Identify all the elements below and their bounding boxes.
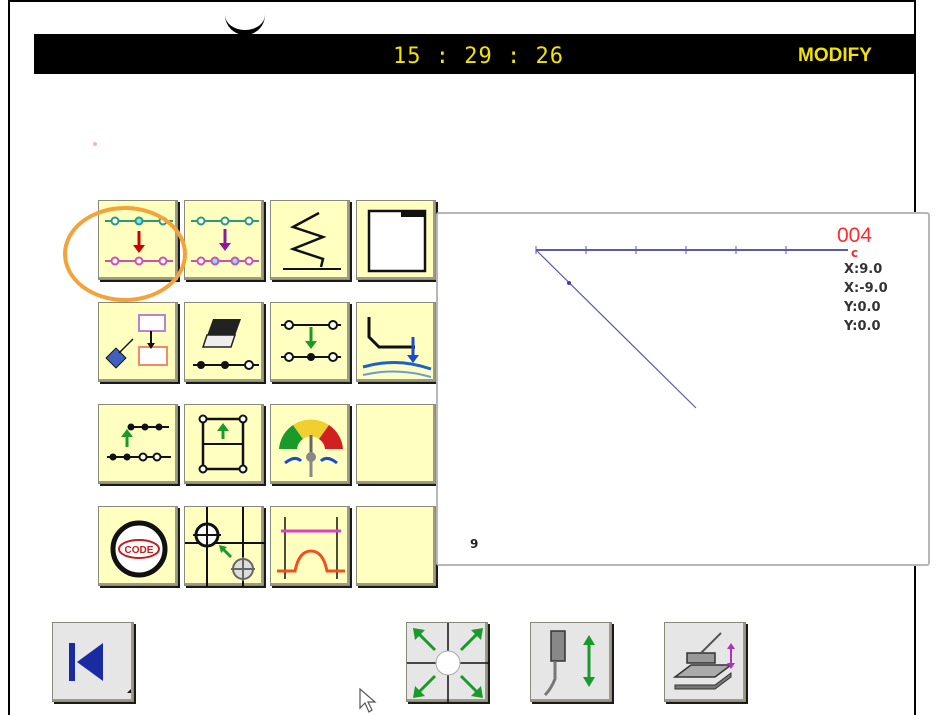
window-frame-top	[8, 0, 916, 2]
point-move-down-button[interactable]	[270, 302, 350, 382]
presser-lift-button[interactable]	[664, 622, 746, 702]
pattern-marker: c	[851, 246, 859, 260]
section-move-button[interactable]	[98, 404, 178, 484]
thread-tension-button[interactable]	[270, 506, 350, 586]
preview-bottom-value: 9	[470, 537, 479, 551]
speed-gauge-button[interactable]	[270, 404, 350, 484]
blank-page-button[interactable]	[356, 200, 436, 280]
coord-x-max: X:9.0	[844, 262, 883, 277]
zigzag-stitch-icon	[283, 211, 341, 270]
needle-up-down-icon	[543, 630, 595, 697]
jog-crosshair-icon	[407, 623, 489, 703]
code-circle-icon: CODE	[110, 520, 168, 578]
presser-foot-icon	[362, 317, 432, 378]
selection-highlight	[63, 206, 187, 302]
needle-up-down-button[interactable]	[530, 622, 612, 702]
thread-tension-icon	[277, 517, 345, 579]
frame-scale-icon	[198, 414, 248, 474]
mouse-cursor-icon	[359, 688, 377, 713]
window-frame-left	[8, 0, 10, 715]
coord-y-min: Y:0.0	[844, 319, 881, 334]
point-insert-move-icon	[191, 216, 259, 266]
first-page-icon	[69, 643, 131, 693]
pattern-number: 004	[837, 224, 873, 247]
code-button[interactable]: CODE	[98, 506, 178, 586]
svg-text:CODE: CODE	[125, 545, 154, 556]
speed-gauge-icon	[279, 419, 343, 477]
dot-marker	[93, 142, 97, 146]
empty-slot-button-1[interactable]	[356, 404, 436, 484]
blank-page-icon	[367, 209, 427, 273]
origin-set-button[interactable]	[184, 506, 265, 587]
presser-lift-icon	[672, 632, 735, 690]
clock-time: 15 : 29 : 26	[393, 44, 564, 69]
coord-y-max: Y:0.0	[844, 300, 881, 315]
first-page-button[interactable]	[52, 622, 134, 702]
pattern-copy-icon	[105, 314, 168, 369]
point-move-down-icon	[281, 320, 341, 362]
decorative-mark	[225, 8, 265, 35]
zigzag-stitch-button[interactable]	[270, 200, 350, 280]
eraser-delete-button[interactable]	[184, 302, 264, 382]
pattern-copy-button[interactable]	[98, 302, 178, 382]
jog-button[interactable]	[406, 622, 489, 703]
coord-x-min: X:-9.0	[844, 281, 888, 296]
empty-slot-button-2[interactable]	[356, 506, 436, 586]
mode-label: MODIFY	[798, 45, 872, 66]
section-move-icon	[107, 423, 171, 462]
crosshair-origin-icon	[185, 507, 265, 587]
eraser-delete-icon	[193, 319, 259, 370]
frame-scale-button[interactable]	[184, 404, 264, 484]
point-insert-move-button[interactable]	[184, 200, 264, 280]
presser-foot-button[interactable]	[356, 302, 436, 382]
